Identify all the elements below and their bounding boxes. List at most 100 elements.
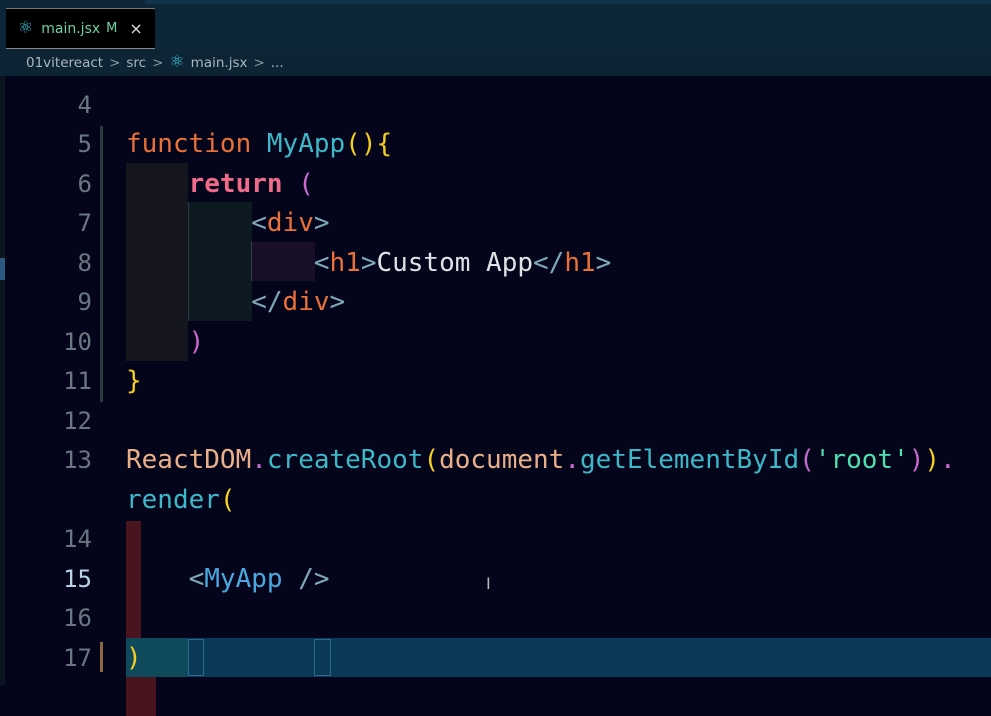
- chevron-right-icon: >: [109, 54, 121, 71]
- line-number: 4: [77, 90, 92, 119]
- code-line[interactable]: 12: [0, 402, 991, 442]
- code-token: (: [423, 445, 440, 475]
- code-token: <: [251, 208, 267, 238]
- code-text: </div>: [126, 283, 345, 323]
- code-text: function MyApp(){: [126, 125, 392, 165]
- code-text: ): [126, 639, 142, 679]
- code-line[interactable]: 8 <h1>Custom App</h1>: [0, 244, 991, 284]
- code-token: >: [360, 247, 377, 278]
- react-icon: ⚛: [169, 52, 185, 72]
- code-token: ReactDOM: [126, 445, 252, 475]
- breadcrumb-file[interactable]: main.jsx: [191, 55, 248, 71]
- breadcrumb-folder[interactable]: 01vitereact: [26, 55, 103, 71]
- modified-badge: M: [106, 21, 118, 36]
- code-token: (: [219, 484, 236, 515]
- code-line[interactable]: 10 ): [0, 323, 991, 363]
- text-cursor-icon: Ⅰ: [486, 574, 491, 593]
- code-token: (: [799, 445, 815, 475]
- code-token: ): [126, 642, 142, 673]
- code-token: MyApp: [266, 129, 346, 159]
- line-number: 9: [77, 288, 92, 316]
- code-token: h1: [564, 247, 596, 278]
- code-line[interactable]: 11}: [0, 362, 991, 402]
- code-line[interactable]: 13 ReactDOM.createRoot(document.getElemen…: [0, 441, 991, 481]
- code-text: ReactDOM.createRoot(document.getElementB…: [126, 441, 956, 481]
- code-line[interactable]: 5 function MyApp(){: [0, 125, 991, 165]
- code-token: .: [564, 445, 580, 475]
- chevron-right-icon: >: [253, 54, 265, 71]
- line-number: 11: [63, 367, 92, 395]
- code-token: >: [313, 563, 330, 594]
- line-number: 17: [63, 643, 92, 672]
- code-line[interactable]: 17): [0, 639, 991, 679]
- breadcrumb: 01vitereact > src > ⚛ main.jsx > ...: [0, 49, 991, 76]
- code-token: h1: [329, 247, 361, 278]
- code-token: div: [282, 287, 330, 317]
- code-line[interactable]: 7 <div>: [0, 204, 991, 244]
- react-icon: ⚛: [18, 18, 34, 38]
- tab-filename: main.jsx: [41, 20, 101, 37]
- code-token: return: [188, 168, 283, 199]
- code-token: render: [126, 484, 220, 515]
- chevron-right-icon: >: [152, 54, 164, 71]
- code-token: </: [533, 247, 565, 278]
- code-text: <h1>Custom App</h1>: [126, 244, 611, 284]
- line-number: 12: [63, 406, 92, 435]
- code-token: <: [188, 563, 205, 594]
- line-number: 13: [63, 446, 92, 474]
- code-line[interactable]: 16: [0, 599, 991, 639]
- breadcrumb-src[interactable]: src: [126, 55, 146, 71]
- code-token: .: [940, 445, 956, 475]
- code-token: ): [188, 326, 205, 357]
- code-token: </: [251, 287, 283, 317]
- line-number: 6: [77, 169, 92, 198]
- code-line[interactable]: 4: [0, 86, 991, 126]
- code-token: createRoot: [266, 445, 424, 475]
- line-number: 5: [77, 130, 92, 158]
- code-token: .: [251, 445, 267, 475]
- code-token: >: [329, 287, 346, 317]
- code-line[interactable]: 15 <MyApp />: [0, 560, 991, 600]
- code-token: MyApp: [204, 563, 283, 594]
- code-token: Custom App: [376, 247, 534, 278]
- line-number: 15: [63, 564, 92, 593]
- code-token: (){: [345, 129, 393, 159]
- code-text: ): [126, 323, 205, 363]
- code-line[interactable]: 9 </div>: [0, 283, 991, 323]
- code-text: return (: [126, 165, 314, 205]
- line-number: 10: [63, 327, 92, 356]
- code-token: div: [266, 208, 314, 238]
- tab-bar: ⚛ main.jsx M ×: [0, 0, 991, 49]
- code-token: getElementById: [579, 445, 800, 475]
- code-token: document: [439, 445, 565, 475]
- line-number: 7: [77, 209, 92, 237]
- code-text: }: [126, 362, 142, 402]
- code-token: ): [924, 445, 941, 475]
- line-number: 16: [63, 604, 92, 632]
- code-token: }: [126, 366, 142, 396]
- tab-main-jsx[interactable]: ⚛ main.jsx M ×: [6, 8, 155, 49]
- code-token: >: [313, 208, 330, 238]
- code-line[interactable]: 14: [0, 520, 991, 560]
- code-line[interactable]: render(: [0, 481, 991, 521]
- code-text: <MyApp />: [126, 560, 330, 600]
- indent-error-block: [126, 677, 156, 716]
- close-icon[interactable]: ×: [129, 19, 142, 38]
- code-token: (: [282, 168, 314, 199]
- breadcrumb-symbols[interactable]: ...: [271, 55, 284, 71]
- code-token: <: [313, 247, 330, 278]
- line-number: 14: [63, 525, 92, 553]
- code-editor[interactable]: 4 5 function MyApp(){6 return (7 <div> 8 <h…: [0, 76, 991, 716]
- code-token: function: [126, 129, 267, 159]
- code-token: >: [595, 247, 612, 278]
- code-token: 'root': [814, 445, 909, 475]
- code-text: render(: [126, 481, 236, 521]
- code-line[interactable]: 6 return (: [0, 165, 991, 205]
- code-text: <div>: [126, 204, 330, 244]
- code-token: /: [282, 563, 314, 594]
